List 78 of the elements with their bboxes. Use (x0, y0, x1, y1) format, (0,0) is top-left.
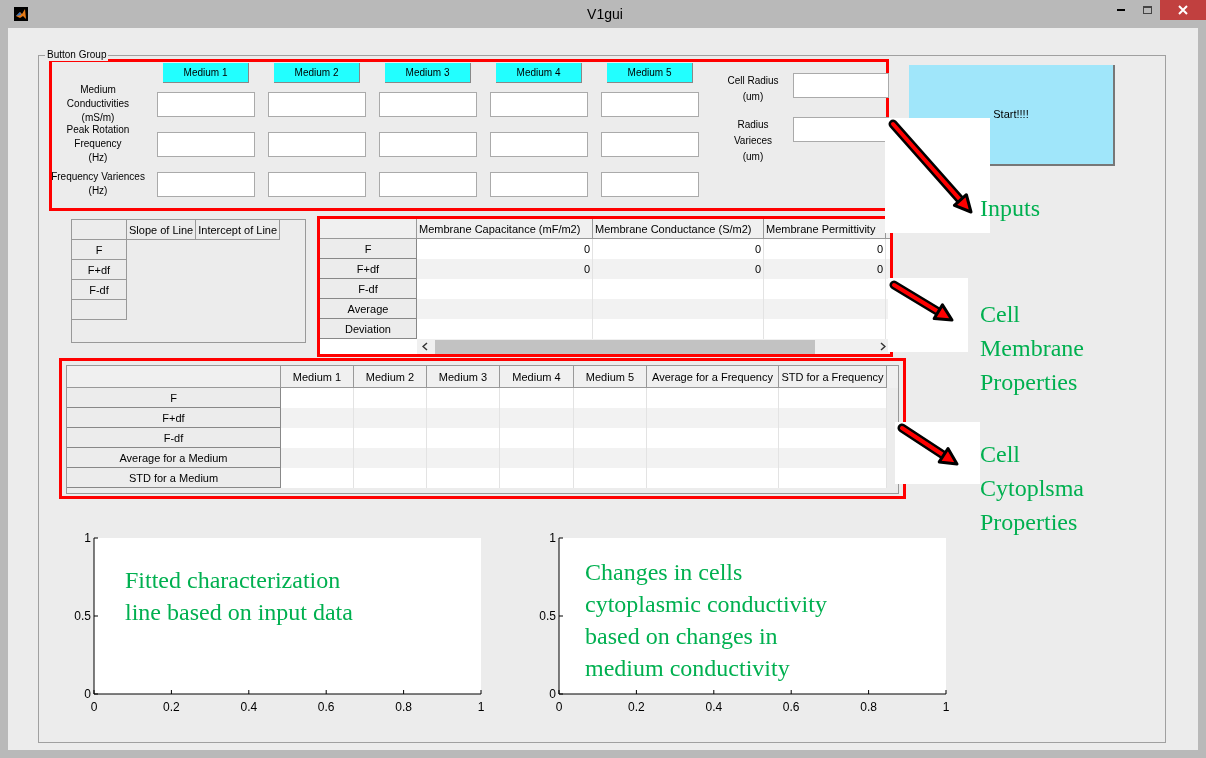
field-label: Peak Rotation Frequency (Hz) (66, 123, 130, 165)
app-icon (14, 7, 28, 21)
tick-label: 1 (84, 533, 91, 545)
input-field[interactable] (268, 91, 366, 117)
column-header: Slope of Line (127, 220, 197, 240)
medium-button[interactable]: Medium 3 (385, 63, 471, 83)
tick-label: 0.2 (628, 700, 645, 714)
tick-label: 0 (549, 687, 556, 701)
tick-label: 1 (477, 700, 485, 714)
input-field[interactable] (793, 73, 889, 98)
row-header: F+df (320, 259, 417, 279)
column-header: Membrane Capacitance (mF/m2) (417, 219, 593, 238)
input-field[interactable] (268, 131, 366, 157)
window-title: V1gui (586, 4, 624, 24)
row-header: STD for a Medium (67, 468, 281, 488)
input-field[interactable] (601, 171, 699, 197)
horizontal-scrollbar[interactable] (417, 339, 890, 354)
row-header: Deviation (320, 319, 417, 339)
medium-button[interactable]: Medium 2 (274, 63, 360, 83)
tick-label: 0.6 (782, 700, 800, 714)
maximize-icon (1142, 6, 1152, 14)
input-field[interactable] (601, 91, 699, 117)
input-field[interactable] (379, 131, 477, 157)
column-header: Membrane Conductance (S/m2) (593, 219, 764, 238)
input-field[interactable] (157, 91, 255, 117)
field-label: Medium Conductivities (mS/m) (66, 83, 130, 125)
callout-arrow (889, 280, 954, 322)
tick-label: 0 (84, 687, 91, 701)
row-header: F-df (320, 279, 417, 299)
input-field[interactable] (157, 171, 255, 197)
input-field[interactable] (490, 91, 588, 117)
row-header: F (72, 240, 127, 260)
tick-label: 0.4 (705, 700, 723, 714)
annotation-text: Inputs (980, 194, 1040, 223)
row-header: Average for a Medium (67, 448, 281, 468)
tick-label: 0.2 (163, 700, 180, 714)
input-field[interactable] (490, 131, 588, 157)
field-label: Frequency Variences (Hz) (51, 170, 145, 198)
row-header: F (67, 388, 281, 408)
tick-label: 1 (942, 700, 950, 714)
tick-label: 0 (555, 700, 563, 714)
tick-label: 0.5 (74, 609, 91, 623)
tick-label: 0.5 (539, 609, 556, 623)
row-header: F+df (67, 408, 281, 428)
annotation-text: Cell Cytoplsma Properties (980, 440, 1084, 537)
row-header: F (320, 239, 417, 259)
input-field[interactable] (379, 91, 477, 117)
tick-label: 0.8 (395, 700, 412, 714)
scrollbar-thumb[interactable] (435, 339, 815, 354)
scroll-right-icon[interactable] (880, 342, 886, 351)
row-header: F-df (67, 428, 281, 448)
panel-title: Button Group (45, 49, 109, 61)
close-icon (1178, 5, 1188, 15)
annotation-text: Cell Membrane Properties (980, 300, 1084, 397)
minimize-icon (1117, 9, 1125, 11)
row-header: F-df (72, 280, 127, 300)
callout-arrow (897, 423, 959, 466)
tick-label: 0 (90, 700, 98, 714)
tick-label: 0.4 (240, 700, 258, 714)
medium-button[interactable]: Medium 1 (163, 63, 249, 83)
tick-label: 0.8 (860, 700, 877, 714)
column-header: Intercept of Line (196, 220, 281, 240)
row-header: Average (320, 299, 417, 319)
tick-label: 0.6 (317, 700, 335, 714)
medium-button[interactable]: Medium 4 (496, 63, 582, 83)
input-field[interactable] (601, 131, 699, 157)
input-field[interactable] (793, 117, 889, 142)
input-field[interactable] (157, 131, 255, 157)
close-button[interactable] (1160, 0, 1206, 20)
field-label: Radius Varieces (um) (732, 118, 774, 164)
row-header: F+df (72, 260, 127, 280)
field-label: Cell Radius (um) (726, 74, 780, 104)
tick-label: 1 (549, 533, 556, 545)
medium-button[interactable]: Medium 5 (607, 63, 693, 83)
input-field[interactable] (490, 171, 588, 197)
input-field[interactable] (379, 171, 477, 197)
input-field[interactable] (268, 171, 366, 197)
scroll-left-icon[interactable] (422, 342, 428, 351)
